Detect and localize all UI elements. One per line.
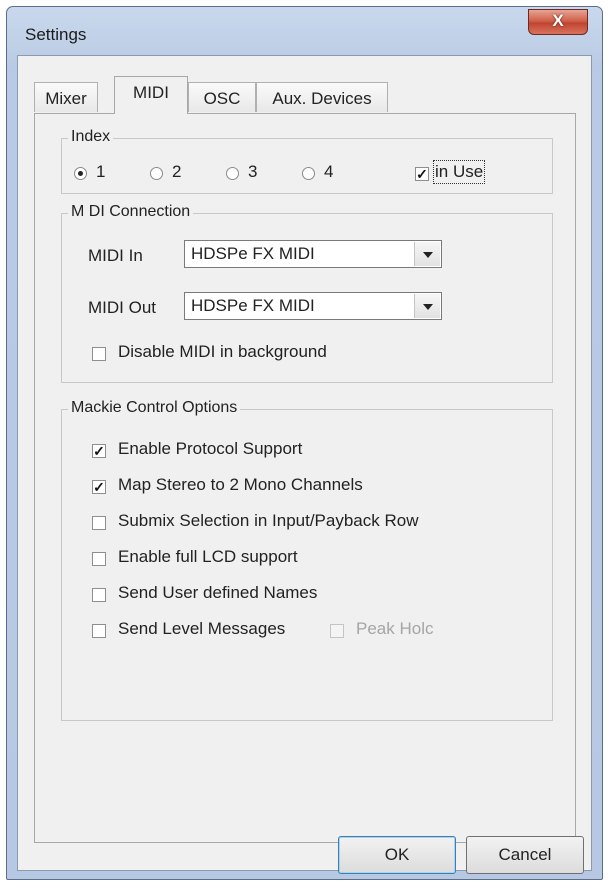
chevron-down-icon[interactable] xyxy=(414,294,440,318)
send-user-names-label: Send User defined Names xyxy=(118,583,318,602)
dialog-client-area: Mixer MIDI OSC Aux. Devices Index 1 2 3 … xyxy=(17,55,592,874)
submix-selection-label: Submix Selection in Input/Payback Row xyxy=(118,511,419,530)
disable-midi-background-checkbox[interactable] xyxy=(92,347,106,361)
map-stereo-checkbox[interactable]: ✓ xyxy=(92,480,106,494)
midi-in-value: HDSPe FX MIDI xyxy=(191,244,315,263)
index-radio-2[interactable] xyxy=(150,167,163,180)
send-level-messages-checkbox[interactable] xyxy=(92,624,106,638)
map-stereo-label: Map Stereo to 2 Mono Channels xyxy=(118,475,363,494)
midi-in-label: MIDI In xyxy=(88,246,143,265)
window-title: Settings xyxy=(25,25,87,44)
index-radio-1-label: 1 xyxy=(96,162,106,181)
index-groupbox: Index 1 2 3 4 ✓ in Use xyxy=(61,128,553,194)
index-radio-3-label: 3 xyxy=(248,162,258,181)
midi-out-select[interactable]: HDSPe FX MIDI xyxy=(184,292,442,320)
cancel-button[interactable]: Cancel xyxy=(466,836,584,874)
midi-tab-panel: Index 1 2 3 4 ✓ in Use M DI Connection M… xyxy=(34,113,576,843)
peak-hold-checkbox xyxy=(330,624,344,638)
tab-midi[interactable]: MIDI xyxy=(114,76,188,114)
midi-connection-groupbox: M DI Connection MIDI In HDSPe FX MIDI MI… xyxy=(61,203,553,383)
enable-protocol-support-label: Enable Protocol Support xyxy=(118,439,303,458)
disable-midi-background-label: Disable MIDI in background xyxy=(118,342,327,361)
enable-full-lcd-label: Enable full LCD support xyxy=(118,547,298,566)
peak-hold-label: Peak Holc xyxy=(356,619,434,638)
ok-button[interactable]: OK xyxy=(338,836,456,874)
tab-osc[interactable]: OSC xyxy=(188,82,256,112)
chevron-down-icon[interactable] xyxy=(414,242,440,266)
midi-out-label: MIDI Out xyxy=(88,298,157,317)
index-legend: Index xyxy=(68,128,114,146)
index-radio-3[interactable] xyxy=(226,167,239,180)
send-user-names-checkbox[interactable] xyxy=(92,588,106,602)
tab-midi-label: MIDI xyxy=(133,83,169,102)
in-use-checkbox[interactable]: ✓ xyxy=(415,167,429,181)
tab-osc-label: OSC xyxy=(203,89,241,108)
settings-window: Settings X Mixer MIDI OSC Aux. Devices I… xyxy=(6,6,603,880)
index-radio-4-label: 4 xyxy=(324,162,334,181)
in-use-label: in Use xyxy=(432,160,486,184)
tab-aux-devices[interactable]: Aux. Devices xyxy=(256,82,388,112)
close-icon: X xyxy=(552,11,564,30)
mackie-control-legend: Mackie Control Options xyxy=(68,399,241,417)
close-button[interactable]: X xyxy=(528,9,588,35)
index-radio-1[interactable] xyxy=(74,167,87,180)
midi-out-value: HDSPe FX MIDI xyxy=(191,296,315,315)
send-level-messages-label: Send Level Messages xyxy=(118,619,286,638)
index-radio-2-label: 2 xyxy=(172,162,182,181)
title-bar[interactable]: Settings X xyxy=(7,7,602,55)
tab-mixer[interactable]: Mixer xyxy=(34,82,98,112)
enable-protocol-support-checkbox[interactable]: ✓ xyxy=(92,444,106,458)
midi-in-select[interactable]: HDSPe FX MIDI xyxy=(184,240,442,268)
midi-connection-legend: M DI Connection xyxy=(68,203,194,221)
mackie-control-groupbox: Mackie Control Options ✓ Enable Protocol… xyxy=(61,399,553,721)
tab-aux-devices-label: Aux. Devices xyxy=(272,89,372,108)
submix-selection-checkbox[interactable] xyxy=(92,516,106,530)
enable-full-lcd-checkbox[interactable] xyxy=(92,552,106,566)
tab-mixer-label: Mixer xyxy=(45,89,87,108)
index-radio-4[interactable] xyxy=(302,167,315,180)
